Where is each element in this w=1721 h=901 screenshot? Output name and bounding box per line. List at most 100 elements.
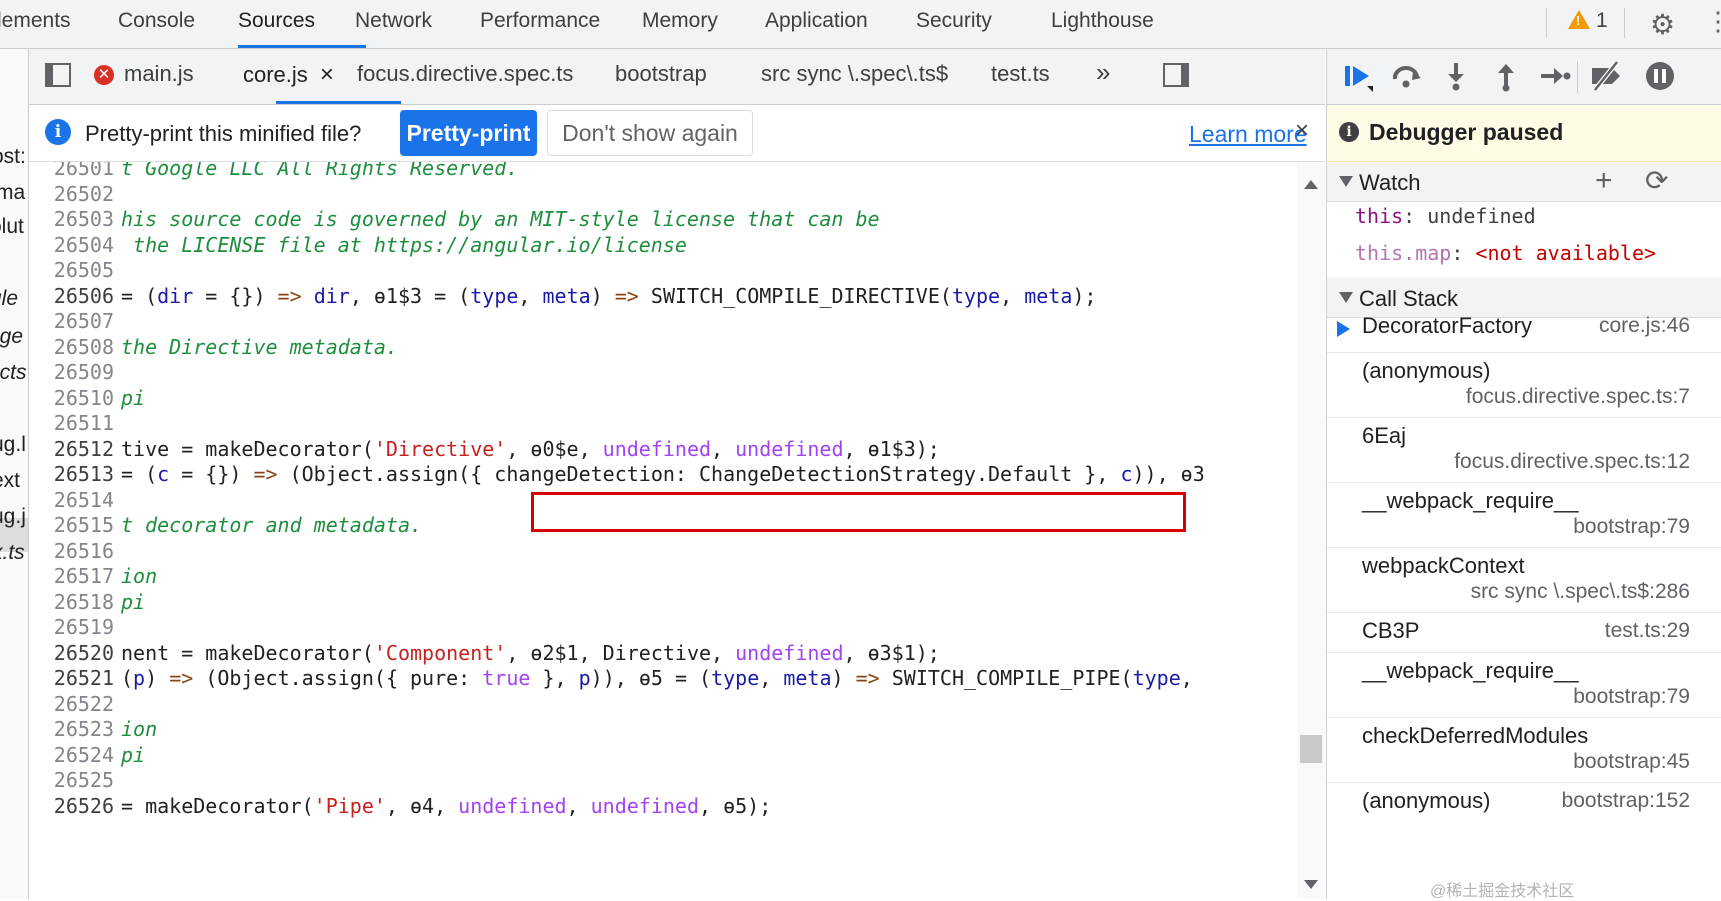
divider (1624, 8, 1625, 38)
line-number[interactable]: 26515 (29, 513, 114, 537)
tab-sources[interactable]: Sources (238, 9, 315, 33)
step-icon[interactable] (1537, 59, 1571, 93)
file-tab-main-js[interactable]: ✕ main.js (94, 61, 194, 87)
line-number[interactable]: 26513 (29, 462, 114, 486)
line-number[interactable]: 26505 (29, 258, 114, 282)
line-number[interactable]: 26506 (29, 284, 114, 308)
deactivate-breakpoints-icon[interactable] (1589, 59, 1623, 93)
navigator-item[interactable]: ule (0, 287, 18, 311)
navigator-item[interactable]: ug.l (0, 433, 26, 457)
line-number[interactable]: 26521 (29, 666, 114, 690)
line-number[interactable]: 26516 (29, 539, 114, 563)
code-text: pi (121, 589, 146, 614)
navigator-item[interactable]: ects (0, 361, 27, 385)
line-number[interactable]: 26510 (29, 386, 114, 410)
file-tab-test-ts[interactable]: test.ts (991, 61, 1050, 87)
scroll-up-icon[interactable] (1304, 180, 1318, 189)
warnings-counter[interactable]: 1 (1568, 9, 1608, 33)
line-number[interactable]: 26502 (29, 182, 114, 206)
more-options-icon[interactable]: ⋮ (1705, 6, 1721, 37)
callstack-frame[interactable]: DecoratorFactory core.js:46 (1327, 308, 1721, 353)
line-number[interactable]: 26518 (29, 590, 114, 614)
resume-icon[interactable] (1341, 59, 1375, 93)
navigator-item[interactable]: ext (0, 469, 20, 493)
toggle-debugger-icon[interactable] (1163, 63, 1189, 87)
step-into-icon[interactable] (1439, 59, 1473, 93)
line-number[interactable]: 26519 (29, 615, 114, 639)
tab-lighthouse[interactable]: Lighthouse (1051, 9, 1154, 33)
tab-performance[interactable]: Performance (480, 9, 600, 33)
line-number[interactable]: 26504 (29, 233, 114, 257)
line-number[interactable]: 26523 (29, 717, 114, 741)
add-watch-icon[interactable]: + (1595, 164, 1613, 198)
more-tabs-chevron-icon[interactable]: » (1096, 57, 1110, 88)
dont-show-again-button[interactable]: Don't show again (547, 110, 753, 156)
callstack-frame[interactable]: (anonymous) focus.directive.spec.ts:7 (1327, 353, 1721, 418)
step-out-icon[interactable] (1489, 59, 1523, 93)
line-number[interactable]: 26501 (29, 162, 114, 180)
line-number[interactable]: 26520 (29, 641, 114, 665)
tab-elements[interactable]: lements (0, 9, 71, 33)
file-tab-src-sync[interactable]: src sync \.spec\.ts$ (761, 61, 948, 87)
callstack-frame[interactable]: 6Eaj focus.directive.spec.ts:12 (1327, 418, 1721, 483)
code-text: t Google LLC All Rights Reserved. (121, 162, 519, 180)
watermark: @稀土掘金技术社区 (1430, 883, 1575, 900)
toggle-navigator-icon[interactable] (45, 63, 71, 87)
editor-scrollbar[interactable] (1297, 162, 1325, 899)
line-number[interactable]: 26514 (29, 488, 114, 512)
line-number[interactable]: 26517 (29, 564, 114, 588)
navigator-item[interactable]: x.ts (0, 541, 25, 565)
tab-security[interactable]: Security (916, 9, 992, 33)
tab-console[interactable]: Console (118, 9, 195, 33)
navigator-item[interactable]: olut (0, 215, 24, 239)
close-infobar-icon[interactable]: × (1295, 117, 1309, 145)
line-number[interactable]: 26524 (29, 743, 114, 767)
line-number[interactable]: 26525 (29, 768, 114, 792)
line-number[interactable]: 26507 (29, 309, 114, 333)
line-number[interactable]: 26526 (29, 794, 114, 818)
code-text: his source code is governed by an MIT-st… (121, 207, 880, 231)
line-number[interactable]: 26503 (29, 207, 114, 231)
scroll-thumb[interactable] (1300, 735, 1322, 763)
file-tab-core-js[interactable]: core.js × (243, 61, 334, 89)
refresh-icon[interactable]: ⟳ (1645, 164, 1668, 197)
callstack-frame[interactable]: checkDeferredModules bootstrap:45 (1327, 718, 1721, 783)
pause-on-exceptions-icon[interactable] (1643, 59, 1677, 93)
active-tab-indicator (238, 45, 366, 48)
navigator-item[interactable]: ma (0, 181, 25, 205)
navigator-item[interactable]: age (0, 325, 23, 349)
settings-gear-icon[interactable]: ⚙ (1650, 8, 1675, 41)
file-tab-bootstrap[interactable]: bootstrap (615, 61, 707, 87)
line-number[interactable]: 26512 (29, 437, 114, 461)
line-number[interactable]: 26511 (29, 411, 114, 435)
line-number[interactable]: 26508 (29, 335, 114, 359)
scroll-down-icon[interactable] (1304, 880, 1318, 889)
tab-memory[interactable]: Memory (642, 9, 718, 33)
error-icon: ✕ (94, 65, 114, 85)
debugger-sidebar: i Debugger paused Watch + ⟳ this: undefi… (1326, 49, 1721, 899)
step-over-icon[interactable] (1389, 59, 1423, 93)
tab-network[interactable]: Network (355, 9, 432, 33)
callstack-frame[interactable]: CB3P test.ts:29 (1327, 613, 1721, 653)
code-text: t decorator and metadata. (121, 513, 423, 537)
watch-section-header[interactable]: Watch + ⟳ (1327, 162, 1721, 202)
watch-expression[interactable]: this.map: <not available> (1355, 241, 1656, 265)
file-tab-focus-directive-spec[interactable]: focus.directive.spec.ts (357, 61, 573, 87)
pretty-print-button[interactable]: Pretty-print (400, 110, 537, 156)
callstack-frame[interactable]: __webpack_require__ bootstrap:79 (1327, 483, 1721, 548)
watch-expression[interactable]: this: undefined (1355, 204, 1536, 228)
line-number[interactable]: 26522 (29, 692, 114, 716)
close-tab-icon[interactable]: × (320, 61, 334, 88)
tab-application[interactable]: Application (765, 9, 868, 33)
line-number[interactable]: 26509 (29, 360, 114, 384)
expand-triangle-icon (1339, 292, 1353, 303)
learn-more-link[interactable]: Learn more (1189, 121, 1307, 148)
navigator-item[interactable]: ug.j (0, 505, 26, 529)
navigator-item[interactable]: ost: (0, 145, 26, 169)
code-text: ion (121, 564, 158, 588)
callstack-frame[interactable]: webpackContext src sync \.spec\.ts$:286 (1327, 548, 1721, 613)
callstack-frame[interactable]: (anonymous) bootstrap:152 (1327, 783, 1721, 843)
code-text: ion (121, 717, 158, 741)
callstack-frame[interactable]: __webpack_require__ bootstrap:79 (1327, 653, 1721, 718)
code-text: = (dir = {}) => dir, ɵ1$3 = (type, meta)… (121, 283, 1097, 308)
